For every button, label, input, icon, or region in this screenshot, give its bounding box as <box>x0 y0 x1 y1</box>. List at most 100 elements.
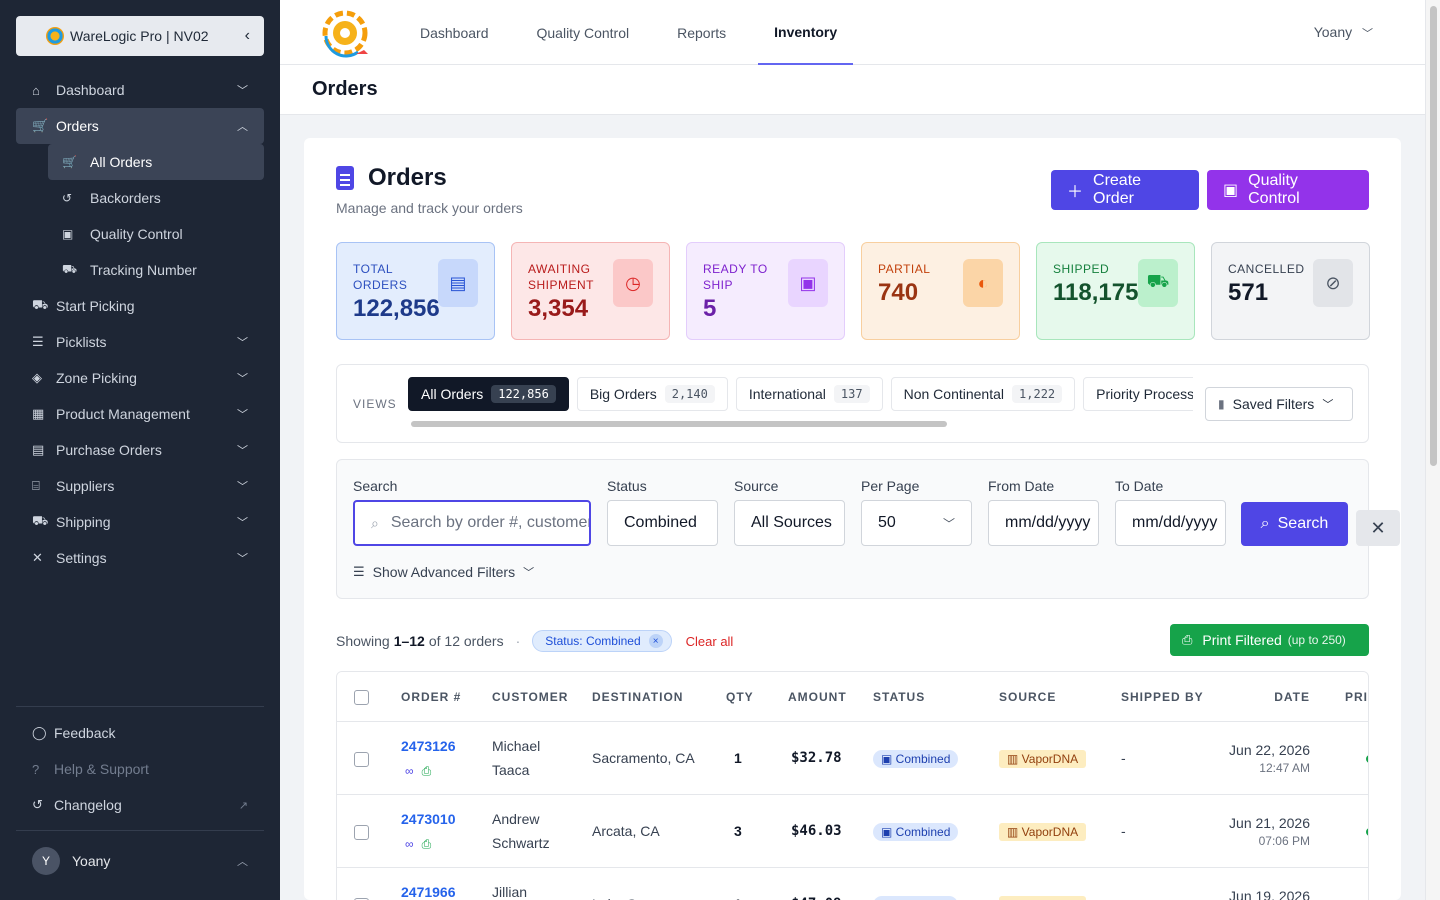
sidebar-subitem-tracking-number[interactable]: ⛟ Tracking Number <box>48 252 264 288</box>
sidebar-item-shipping[interactable]: ⛟ Shipping ﹀ <box>16 504 264 540</box>
stat-card-partial[interactable]: PARTIAL 740 ◐ <box>861 242 1020 340</box>
view-chip-international[interactable]: International 137 <box>735 377 883 411</box>
clear-filters-button[interactable]: ✕ <box>1356 510 1400 546</box>
boxes-icon: ▦ <box>32 406 45 421</box>
source-badge: ▥ VaporDNA <box>999 823 1087 841</box>
sidebar-item-zone-picking[interactable]: ◈ Zone Picking ﹀ <box>16 360 264 396</box>
create-order-button[interactable]: ＋ Create Order <box>1051 170 1199 210</box>
chevron-down-icon: ﹀ <box>523 567 535 579</box>
sidebar-user-menu[interactable]: Y Yoany ︿ <box>16 830 264 890</box>
brand-switcher[interactable]: WareLogic Pro | NV02 ‹ <box>16 16 264 56</box>
sidebar-item-dashboard[interactable]: ⌂ Dashboard ﹀ <box>16 72 264 108</box>
table-row[interactable]: 2473010 ∞ ⎙ Andrew Schwartz Arcata, CA 3 … <box>337 795 1368 868</box>
tab-quality-control[interactable]: Quality Control <box>521 0 646 65</box>
chevron-up-icon: ︿ <box>237 121 248 133</box>
sidebar-item-suppliers[interactable]: ⌸ Suppliers ﹀ <box>16 468 264 504</box>
showing-prefix: Showing <box>336 633 390 649</box>
clear-all-link[interactable]: Clear all <box>686 634 734 649</box>
to-date-input[interactable]: mm/dd/yyyy <box>1115 500 1226 546</box>
sidebar-subitem-quality-control[interactable]: ▣ Quality Control <box>48 216 264 252</box>
sidebar-item-picklists[interactable]: ☰ Picklists ﹀ <box>16 324 264 360</box>
source-select[interactable]: All Sources <box>734 500 845 546</box>
order-number-link[interactable]: 2473010 <box>401 811 456 827</box>
saved-filters-dropdown[interactable]: ▮ Saved Filters ﹀ <box>1205 387 1353 421</box>
question-icon: ? <box>32 761 40 777</box>
sidebar-subitem-backorders[interactable]: ↺ Backorders <box>48 180 264 216</box>
tab-inventory[interactable]: Inventory <box>758 0 854 65</box>
sidebar-item-start-picking[interactable]: ⛟ Start Picking <box>16 288 264 324</box>
top-user-menu[interactable]: Yoany ﹀ <box>1314 24 1373 41</box>
column-header-pri[interactable]: PRI <box>1345 690 1368 704</box>
advanced-filters-toggle[interactable]: ☰ Show Advanced Filters ﹀ <box>353 564 534 580</box>
quality-control-button[interactable]: ▣ Quality Control <box>1207 170 1369 210</box>
search-input[interactable]: ⌕ Search by order #, customer <box>353 500 591 546</box>
sidebar-item-label: Settings <box>56 550 107 566</box>
column-header-qty[interactable]: QTY <box>726 690 754 704</box>
column-header-destination[interactable]: DESTINATION <box>592 690 683 704</box>
sidebar-item-product-management[interactable]: ▦ Product Management ﹀ <box>16 396 264 432</box>
column-header-customer[interactable]: CUSTOMER <box>492 690 568 704</box>
column-header-source[interactable]: SOURCE <box>999 690 1056 704</box>
row-checkbox[interactable] <box>354 825 369 840</box>
link-icon[interactable]: ∞ <box>405 764 414 778</box>
order-number-link[interactable]: 2471966 <box>401 884 456 900</box>
sidebar-item-purchase-orders[interactable]: ▤ Purchase Orders ﹀ <box>16 432 264 468</box>
to-date-label: To Date <box>1115 478 1164 494</box>
stat-card-shipped[interactable]: SHIPPED 118,175 ⛟ <box>1036 242 1195 340</box>
showing-suffix: of 12 orders <box>428 633 504 649</box>
print-filtered-button[interactable]: ⎙ Print Filtered (up to 250) <box>1170 624 1369 656</box>
table-row[interactable]: 2473126 ∞ ⎙ Michael Taaca Sacramento, CA … <box>337 722 1368 795</box>
views-bar: VIEWS All Orders 122,856 Big Orders 2,140 In… <box>336 364 1369 443</box>
remove-filter-icon[interactable]: × <box>648 634 663 648</box>
warehouse-icon: ⌸ <box>32 478 40 493</box>
views-scrollbar[interactable] <box>411 421 947 427</box>
active-filter-label: Status: Combined <box>545 634 641 648</box>
tab-dashboard[interactable]: Dashboard <box>404 0 505 65</box>
view-chip-all-orders[interactable]: All Orders 122,856 <box>408 377 569 411</box>
customer-name: Jillian <box>492 880 527 900</box>
order-number-link[interactable]: 2473126 <box>401 738 456 754</box>
quantity: 1 <box>734 750 742 766</box>
order-date-day: Jun 22, 2026 <box>1229 742 1310 758</box>
search-button-label: Search <box>1277 515 1329 532</box>
sidebar-link-changelog[interactable]: ↺ Changelog ↗ <box>16 787 264 823</box>
view-chip-non-continental[interactable]: Non Continental 1,222 <box>890 377 1076 411</box>
search-button[interactable]: ⌕ Search <box>1241 502 1348 546</box>
row-checkbox[interactable] <box>354 752 369 767</box>
sliders-icon: ☰ <box>353 564 365 579</box>
stat-card-total-orders[interactable]: TOTAL ORDERS 122,856 ▤ <box>336 242 495 340</box>
view-chip-priority-processing[interactable]: Priority Processing <box>1083 377 1193 411</box>
column-header-amount[interactable]: AMOUNT <box>788 690 847 704</box>
page-scrollbar[interactable] <box>1425 0 1440 900</box>
stat-card-ready-to-ship[interactable]: READY TO SHIP 5 ▣ <box>686 242 845 340</box>
clipboard-check-icon: ▣ <box>62 227 74 241</box>
stat-label: PARTIAL <box>878 262 931 276</box>
sidebar-link-feedback[interactable]: ◯ Feedback <box>16 715 264 751</box>
link-icon[interactable]: ∞ <box>405 837 414 851</box>
page-scrollbar-thumb[interactable] <box>1430 6 1437 466</box>
stat-card-awaiting-shipment[interactable]: AWAITING SHIPMENT 3,354 ◷ <box>511 242 670 340</box>
stat-card-cancelled[interactable]: CANCELLED 571 ⊘ <box>1211 242 1370 340</box>
printer-icon[interactable]: ⎙ <box>422 837 432 851</box>
column-header-date[interactable]: DATE <box>1250 690 1310 704</box>
sidebar-link-label: Help & Support <box>54 761 149 777</box>
column-header-status[interactable]: STATUS <box>873 690 925 704</box>
sidebar-item-orders[interactable]: 🛒 Orders ︿ <box>16 108 264 144</box>
ban-icon: ⊘ <box>1313 259 1353 307</box>
column-header-shipped-by[interactable]: SHIPPED BY <box>1121 690 1204 704</box>
status-select[interactable]: Combined <box>607 500 718 546</box>
printer-icon[interactable]: ⎙ <box>422 764 432 778</box>
orders-table: ORDER # CUSTOMER DESTINATION QTY AMOUNT STATU… <box>336 671 1369 900</box>
view-chip-big-orders[interactable]: Big Orders 2,140 <box>576 377 728 411</box>
view-chip-label: Priority Processing <box>1096 386 1193 402</box>
select-all-checkbox[interactable] <box>354 690 369 705</box>
collapse-sidebar-icon[interactable]: ‹ <box>245 27 250 45</box>
per-page-select[interactable]: 50 ﹀ <box>861 500 972 546</box>
sidebar-item-settings[interactable]: ✕ Settings ﹀ <box>16 540 264 576</box>
from-date-input[interactable]: mm/dd/yyyy <box>988 500 1099 546</box>
tab-reports[interactable]: Reports <box>661 0 742 65</box>
sidebar-subitem-all-orders[interactable]: 🛒 All Orders <box>48 144 264 180</box>
column-header-order[interactable]: ORDER # <box>401 690 461 704</box>
table-row[interactable]: 2471966 ∞⎙ Jillian Lake Geneva, 1 $47.09… <box>337 868 1368 900</box>
sidebar-link-help-support[interactable]: ? Help & Support <box>16 751 264 787</box>
